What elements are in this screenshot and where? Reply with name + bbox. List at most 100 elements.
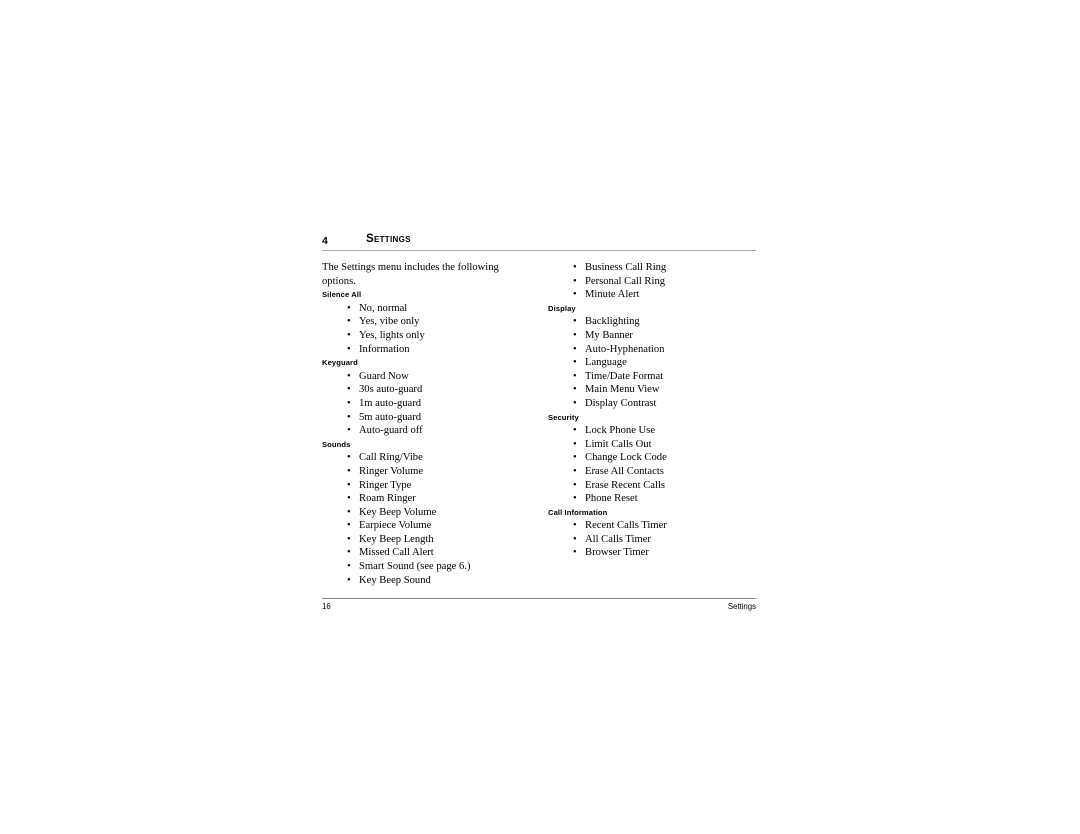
list-item-label: Recent Calls Timer xyxy=(585,520,667,532)
list-item: • Auto-guard off xyxy=(322,424,532,438)
list-item: • Business Call Ring xyxy=(548,261,758,275)
bullet-icon: • xyxy=(347,547,351,559)
page-footer: 16 Settings xyxy=(322,598,756,618)
list-item-label: Limit Calls Out xyxy=(585,438,652,450)
document-page: 4 Settings The Settings menu includes th… xyxy=(0,0,1080,834)
bullet-icon: • xyxy=(347,411,351,423)
list-item-label: Auto-guard off xyxy=(359,425,423,437)
bullet-icon: • xyxy=(347,533,351,545)
bullet-icon: • xyxy=(347,574,351,586)
list-item: • Guard Now xyxy=(322,370,532,384)
bullet-icon: • xyxy=(347,302,351,314)
list-item: • Key Beep Sound xyxy=(322,574,532,588)
list-item: • Key Beep Length xyxy=(322,533,532,547)
bullet-icon: • xyxy=(573,452,577,464)
list-item: • Information xyxy=(322,343,532,357)
section-heading: Call Information xyxy=(548,507,608,517)
list-item-label: Information xyxy=(359,343,410,355)
continued-bullet-list: • Business Call Ring • Personal Call Ring • M… xyxy=(548,261,758,302)
list-item-label: Main Menu View xyxy=(585,384,660,396)
list-item: • Ringer Type xyxy=(322,479,532,493)
list-item-label: Ringer Type xyxy=(359,479,412,491)
list-item-label: Time/Date Format xyxy=(585,370,664,382)
list-item-label: Roam Ringer xyxy=(359,493,416,505)
bullet-icon: • xyxy=(347,384,351,396)
list-item-label: Key Beep Length xyxy=(359,533,434,545)
bullet-icon: • xyxy=(573,479,577,491)
list-item: • Display Contrast xyxy=(548,397,758,411)
list-item: • Main Menu View xyxy=(548,383,758,397)
bullet-icon: • xyxy=(573,316,577,328)
list-item: • Minute Alert xyxy=(548,288,758,302)
bullet-icon: • xyxy=(573,397,577,409)
bullet-icon: • xyxy=(347,329,351,341)
list-item-label: No, normal xyxy=(359,302,408,314)
bullet-icon: • xyxy=(573,547,577,559)
list-item-label: 30s auto-guard xyxy=(359,384,423,396)
list-item-label: Erase All Contacts xyxy=(585,465,664,477)
list-item: • Browser Timer xyxy=(548,546,758,560)
list-item: • Key Beep Volume xyxy=(322,506,532,520)
section-bullet-list: • Lock Phone Use • Limit Calls Out • Change L… xyxy=(548,424,758,506)
bullet-icon: • xyxy=(347,561,351,573)
left-column-sections: Silence All • No, normal • Yes, vibe only • Ye… xyxy=(322,288,532,587)
list-item-label: Yes, vibe only xyxy=(359,316,420,328)
list-item: • Personal Call Ring xyxy=(548,275,758,289)
section-bullet-list: • Guard Now • 30s auto-guard • 1m auto-guard •… xyxy=(322,370,532,438)
list-item-label: All Calls Timer xyxy=(585,533,651,545)
bullet-icon: • xyxy=(573,520,577,532)
footer-section-label: Settings xyxy=(727,602,756,611)
section-heading: Display xyxy=(548,303,576,313)
list-item-label: Earpiece Volume xyxy=(359,520,432,532)
bullet-icon: • xyxy=(573,289,577,301)
footer-divider xyxy=(322,598,756,599)
bullet-icon: • xyxy=(573,370,577,382)
section-heading: Keyguard xyxy=(322,358,358,368)
list-item-label: Change Lock Code xyxy=(585,452,667,464)
list-item-label: Phone Reset xyxy=(585,493,638,505)
left-column: The Settings menu includes the following… xyxy=(322,261,532,587)
intro-paragraph: The Settings menu includes the following… xyxy=(322,262,499,287)
footer-page-number: 16 xyxy=(322,602,331,611)
section-heading: Sounds xyxy=(322,439,351,449)
list-item-label: Key Beep Volume xyxy=(359,506,437,518)
bullet-icon: • xyxy=(347,343,351,355)
page-content: 4 Settings The Settings menu includes th… xyxy=(322,232,756,586)
chapter-heading: 4 Settings xyxy=(322,232,756,254)
list-item-label: Browser Timer xyxy=(585,547,649,559)
list-item: • All Calls Timer xyxy=(548,533,758,547)
list-item: • Smart Sound (see page 6.) xyxy=(322,560,532,574)
list-item-label: Backlighting xyxy=(585,316,640,328)
bullet-icon: • xyxy=(573,262,577,273)
list-item-label: My Banner xyxy=(585,329,633,341)
list-item-label: Erase Recent Calls xyxy=(585,479,666,491)
bullet-icon: • xyxy=(573,384,577,396)
bullet-icon: • xyxy=(347,316,351,328)
list-item: • Language xyxy=(548,356,758,370)
list-item-label: Minute Alert xyxy=(585,289,640,301)
bullet-icon: • xyxy=(573,493,577,505)
list-item-label: Smart Sound (see page 6.) xyxy=(359,561,471,573)
list-item: • Recent Calls Timer xyxy=(548,519,758,533)
right-column-sections: Display • Backlighting • My Banner • Auto-Hyph… xyxy=(548,302,758,560)
list-item: • Erase Recent Calls xyxy=(548,479,758,493)
list-item-label: Yes, lights only xyxy=(359,329,425,341)
right-column: • Business Call Ring • Personal Call Ring • M… xyxy=(548,261,758,560)
list-item: • Limit Calls Out xyxy=(548,438,758,452)
section-bullet-list: • No, normal • Yes, vibe only • Yes, lights o… xyxy=(322,302,532,356)
list-item: • Erase All Contacts xyxy=(548,465,758,479)
bullet-icon: • xyxy=(347,479,351,491)
section-bullet-list: • Backlighting • My Banner • Auto-Hyphenation… xyxy=(548,315,758,410)
list-item: • 5m auto-guard xyxy=(322,411,532,425)
bullet-icon: • xyxy=(347,520,351,532)
bullet-icon: • xyxy=(573,275,577,287)
bullet-icon: • xyxy=(347,452,351,464)
list-item: • Roam Ringer xyxy=(322,492,532,506)
bullet-icon: • xyxy=(573,329,577,341)
list-item-label: Ringer Volume xyxy=(359,465,424,477)
list-item: • My Banner xyxy=(548,329,758,343)
bullet-icon: • xyxy=(347,493,351,505)
list-item: • Call Ring/Vibe xyxy=(322,451,532,465)
bullet-icon: • xyxy=(573,465,577,477)
list-item: • No, normal xyxy=(322,302,532,316)
